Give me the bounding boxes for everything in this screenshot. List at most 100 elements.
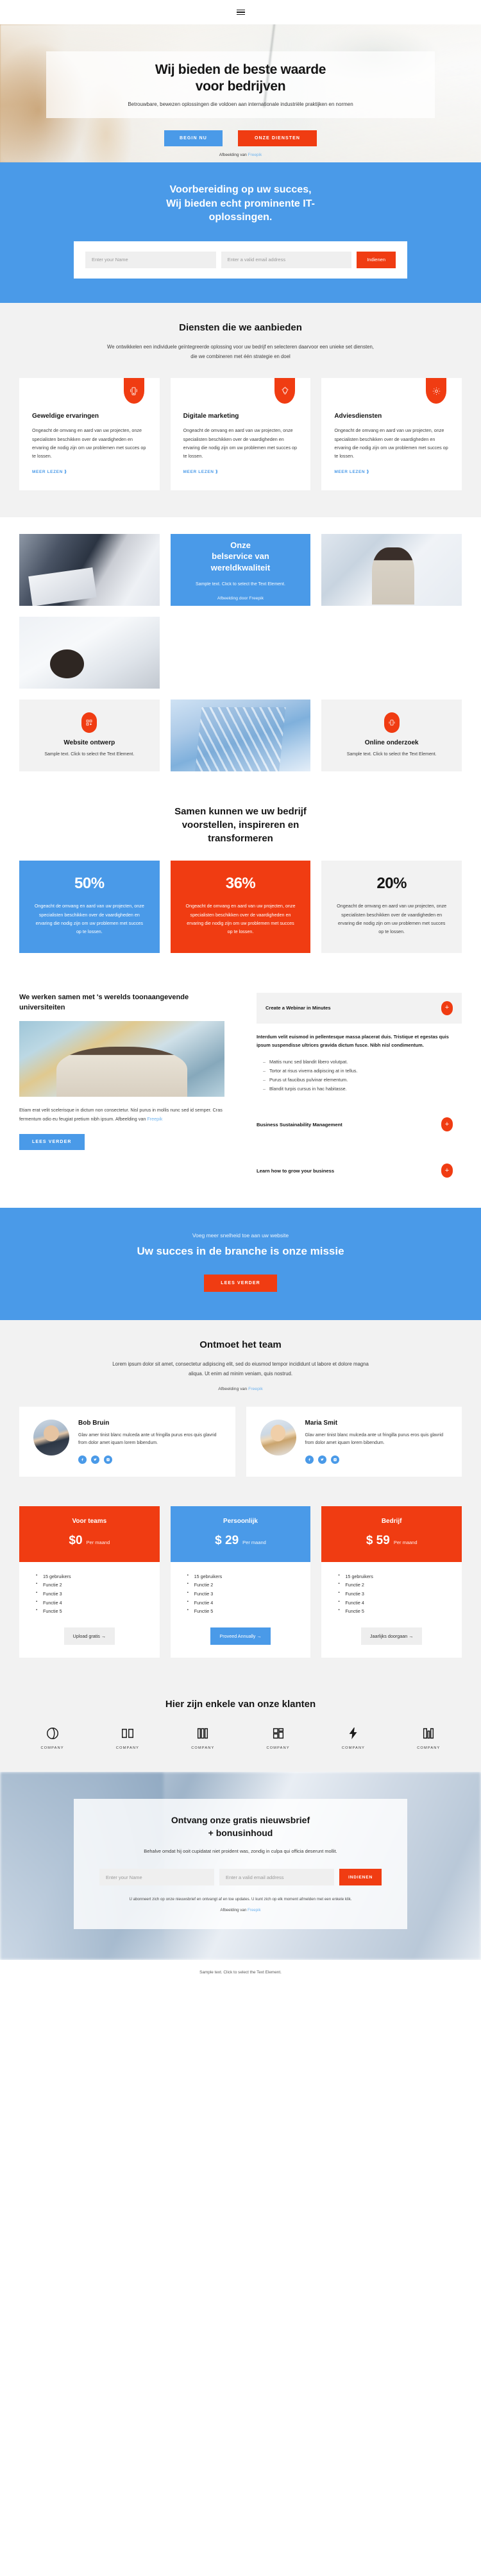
client-logo-item: COMPANY — [245, 1726, 311, 1750]
client-logo-item: COMPANY — [170, 1726, 236, 1750]
client-name: COMPANY — [115, 1746, 140, 1751]
pricing-card: Persoonlijk $ 29 Per maand 15 gebruikers… — [170, 1506, 311, 1658]
stat-value: 36% — [225, 875, 256, 893]
facebook-icon[interactable] — [78, 1455, 87, 1464]
cta-email-input[interactable] — [221, 251, 352, 268]
instagram-icon[interactable] — [104, 1455, 112, 1464]
plus-icon[interactable]: + — [441, 1117, 453, 1132]
freepik-link[interactable]: Freepik — [248, 1908, 261, 1912]
feature-item: Functie 4 — [338, 1599, 445, 1608]
twitter-icon[interactable] — [317, 1455, 326, 1464]
team-section: Ontmoet het team Lorem ipsum dolor sit a… — [0, 1320, 481, 1501]
hero-subtitle: Betrouwbare, bewezen oplossingen die vol… — [128, 101, 353, 108]
plan-price: $0 — [69, 1533, 83, 1547]
feature-item: Functie 2 — [187, 1581, 294, 1590]
client-name: COMPANY — [40, 1746, 64, 1751]
plan-button[interactable]: Proveed Annually → — [210, 1627, 271, 1645]
cta-name-input[interactable] — [85, 251, 216, 268]
blue-feature-credit: Afbeelding door Freepik — [217, 596, 264, 601]
service-read-more-link[interactable]: MEER LEZEN ⟫ — [32, 469, 67, 474]
newsletter-email-input[interactable] — [219, 1869, 335, 1886]
service-read-more-link[interactable]: MEER LEZEN ⟫ — [183, 469, 219, 474]
newsletter-submit-button[interactable]: INDIENEN — [339, 1869, 382, 1886]
client-logo-item: COMPANY — [19, 1726, 85, 1750]
card-text: Sample text. Click to select the Text El… — [44, 752, 135, 757]
newsletter-fine-print: U abonneert zich op onze nieuwsbrief en … — [129, 1897, 352, 1902]
lightning-logo — [349, 1727, 357, 1740]
shield-grid-logo — [273, 1728, 283, 1739]
plan-button[interactable]: Upload gratis → — [63, 1627, 115, 1645]
team-member-card: Maria Smit Glav amer tinist blanc mulced… — [246, 1406, 462, 1477]
online-research-card[interactable]: Online onderzoek Sample text. Click to s… — [321, 700, 462, 772]
credit-prefix: Afbeelding van — [219, 153, 248, 157]
pricing-card: Bedrijf $ 59 Per maand 15 gebruikers Fun… — [321, 1506, 462, 1658]
website-design-card[interactable]: Website ontwerp Sample text. Click to se… — [19, 700, 160, 772]
team-member-card: Bob Bruin Glav amer tinist blanc mulceda… — [19, 1406, 235, 1477]
service-card[interactable]: Adviesdiensten Ongeacht de omvang en aar… — [321, 378, 462, 491]
gear-icon — [426, 378, 446, 404]
blue-feature-card: Onze belservice van wereldkwaliteit Samp… — [170, 534, 311, 606]
feature-item: Functie 5 — [338, 1607, 445, 1616]
cta-title-line1: Voorbereiding op uw succes, — [169, 184, 312, 195]
card-text: Sample text. Click to select the Text El… — [346, 752, 437, 757]
feature-item: Functie 3 — [36, 1590, 143, 1599]
feature-item: 15 gebruikers — [338, 1572, 445, 1581]
lightbulb-icon — [274, 378, 296, 404]
plan-period: Per maand — [242, 1539, 266, 1545]
client-logo-item: COMPANY — [94, 1726, 160, 1750]
cta-submit-button[interactable]: Indienen — [357, 251, 396, 268]
twitter-icon[interactable] — [91, 1455, 99, 1464]
facebook-icon[interactable] — [305, 1455, 314, 1464]
desk-coffee-photo — [19, 617, 160, 689]
image-grid-section: Onze belservice van wereldkwaliteit Samp… — [0, 517, 481, 791]
member-name: Bob Bruin — [78, 1419, 110, 1427]
hero-section: Wij bieden de beste waarde voor bedrijve… — [0, 24, 481, 162]
credit-prefix: Afbeelding van — [218, 1386, 249, 1391]
image-grid-row — [19, 617, 462, 689]
accordion-body: Interdum velit euismod in pellentesque m… — [257, 1033, 462, 1094]
stat-card: 50% Ongeacht de omvang en aard van uw pr… — [19, 861, 160, 953]
newsletter-name-input[interactable] — [99, 1869, 215, 1886]
services-subtitle: We ontwikkelen een individuele geïntegre… — [107, 343, 374, 359]
circle-swirl-logo — [46, 1728, 58, 1740]
pricing-header: Bedrijf $ 59 Per maand — [321, 1506, 462, 1562]
accordion-item-grow-business[interactable]: Learn how to grow your business + — [257, 1155, 462, 1186]
plus-icon[interactable]: + — [441, 1163, 453, 1178]
landing-page: Wij bieden de beste waarde voor bedrijve… — [0, 0, 481, 1988]
plan-name: Persoonlijk — [223, 1517, 258, 1525]
instagram-icon[interactable] — [330, 1455, 339, 1464]
hamburger-icon[interactable] — [236, 9, 245, 15]
mission-read-more-button[interactable]: LEES VERDER — [204, 1275, 277, 1292]
read-more-button[interactable]: LEES VERDER — [19, 1133, 85, 1150]
plan-period: Per maand — [86, 1539, 110, 1545]
newsletter-title-l2: + bonusinhoud — [208, 1827, 273, 1838]
businesswoman-photo — [321, 534, 462, 606]
team-title: Ontmoet het team — [199, 1339, 282, 1351]
freepik-link[interactable]: Freepik — [147, 1116, 162, 1122]
plus-icon[interactable]: + — [441, 1000, 453, 1015]
begin-now-button[interactable]: BEGIN NU — [164, 130, 223, 146]
icon-wrap — [183, 378, 298, 404]
cta-title-line2: Wij bieden echt prominente IT- — [166, 198, 315, 209]
our-services-button[interactable]: ONZE DIENSTEN — [237, 130, 317, 146]
stats-section: Samen kunnen we uw bedrijf voorstellen, … — [0, 791, 481, 975]
accordion-item-sustainability[interactable]: Business Sustainability Management + — [257, 1109, 462, 1140]
service-read-more-link[interactable]: MEER LEZEN ⟫ — [334, 469, 369, 474]
freepik-link[interactable]: Freepik — [248, 153, 262, 157]
cta-title-line3: oplossingen. — [208, 212, 273, 223]
service-card[interactable]: Digitale marketing Ongeacht de omvang en… — [170, 378, 311, 491]
plan-features: 15 gebruikers Functie 2 Functie 3 Functi… — [171, 1562, 311, 1619]
universities-wrap: We werken samen met 's werelds toonaange… — [19, 992, 462, 1187]
plan-button[interactable]: Jaarlijks doorgaan → — [360, 1627, 423, 1645]
clients-title: Hier zijn enkele van onze klanten — [165, 1699, 316, 1710]
accordion-item-webinar[interactable]: Create a Webinar in Minutes + — [257, 992, 462, 1024]
feature-item: Functie 5 — [187, 1607, 294, 1616]
image-grid-row: Website ontwerp Sample text. Click to se… — [19, 700, 462, 772]
accordion-label: Business Sustainability Management — [257, 1121, 342, 1128]
list-item: Tortor at risus viverra adipiscing at in… — [263, 1067, 462, 1076]
freepik-link[interactable]: Freepik — [248, 1387, 263, 1391]
stat-value: 50% — [74, 875, 105, 893]
newsletter-image-credit: Afbeelding van Freepik — [99, 1908, 382, 1912]
footer-text: Sample text. Click to select the Text El… — [199, 1970, 282, 1975]
service-card[interactable]: Geweldige ervaringen Ongeacht de omvang … — [19, 378, 160, 491]
